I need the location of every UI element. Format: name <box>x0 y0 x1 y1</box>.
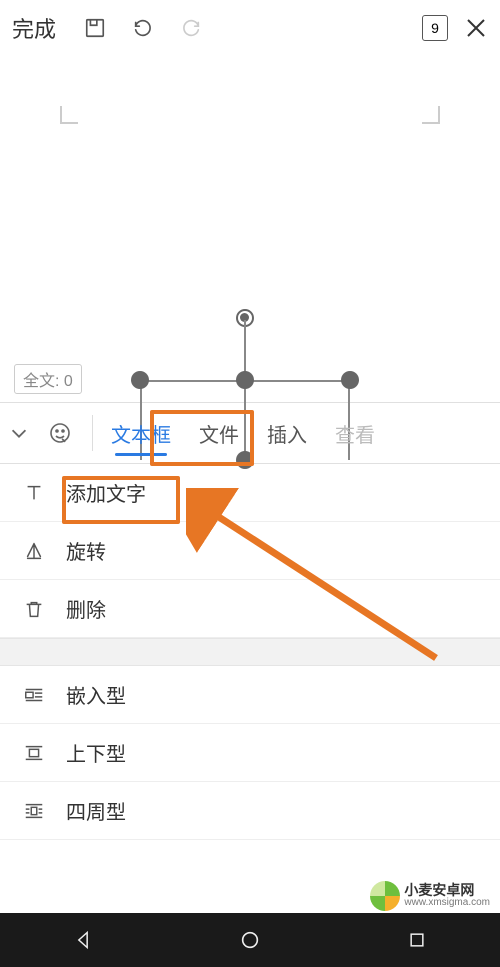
tab-textbox[interactable]: 文本框 <box>97 411 185 456</box>
watermark-logo-icon <box>370 881 400 911</box>
tab-file[interactable]: 文件 <box>185 411 253 456</box>
undo-icon[interactable] <box>124 9 162 47</box>
resize-handle[interactable] <box>236 371 254 389</box>
margin-corner-tl <box>60 106 78 124</box>
rotate-icon <box>18 540 50 562</box>
menu-wrap-around[interactable]: 四周型 <box>0 782 500 840</box>
text-icon <box>18 482 50 504</box>
document-canvas[interactable]: 全文: 0 <box>0 56 500 402</box>
redo-icon <box>172 9 210 47</box>
wrap-topbottom-icon <box>18 742 50 764</box>
save-icon[interactable] <box>76 9 114 47</box>
nav-back-icon[interactable] <box>73 930 93 950</box>
trash-icon <box>18 598 50 620</box>
wrap-around-icon <box>18 800 50 822</box>
word-count-badge: 全文: 0 <box>14 364 82 394</box>
resize-handle[interactable] <box>341 371 359 389</box>
page-count-button[interactable]: 9 <box>422 15 448 41</box>
menu-delete[interactable]: 删除 <box>0 580 500 638</box>
top-toolbar: 完成 9 <box>0 0 500 56</box>
resize-handle[interactable] <box>131 371 149 389</box>
done-button[interactable]: 完成 <box>12 12 56 44</box>
menu-wrap-topbottom[interactable]: 上下型 <box>0 724 500 782</box>
section-divider <box>0 638 500 666</box>
nav-home-icon[interactable] <box>239 929 261 951</box>
tab-view[interactable]: 查看 <box>321 411 389 456</box>
close-icon[interactable] <box>464 16 488 40</box>
assistant-icon[interactable] <box>48 421 88 445</box>
menu-rotate[interactable]: 旋转 <box>0 522 500 580</box>
nav-recent-icon[interactable] <box>407 930 427 950</box>
menu-add-text[interactable]: 添加文字 <box>0 464 500 522</box>
wrap-inline-icon <box>18 684 50 706</box>
margin-corner-tr <box>422 106 440 124</box>
tab-strip: 文本框 文件 插入 查看 <box>0 402 500 464</box>
watermark: 小麦安卓网 www.xmsigma.com <box>366 879 494 913</box>
android-nav-bar <box>0 913 500 967</box>
menu-wrap-inline[interactable]: 嵌入型 <box>0 666 500 724</box>
collapse-panel-icon[interactable] <box>8 422 48 444</box>
textbox-menu: 添加文字 旋转 删除 嵌入型 上下型 四周型 <box>0 464 500 840</box>
tab-insert[interactable]: 插入 <box>253 411 321 456</box>
